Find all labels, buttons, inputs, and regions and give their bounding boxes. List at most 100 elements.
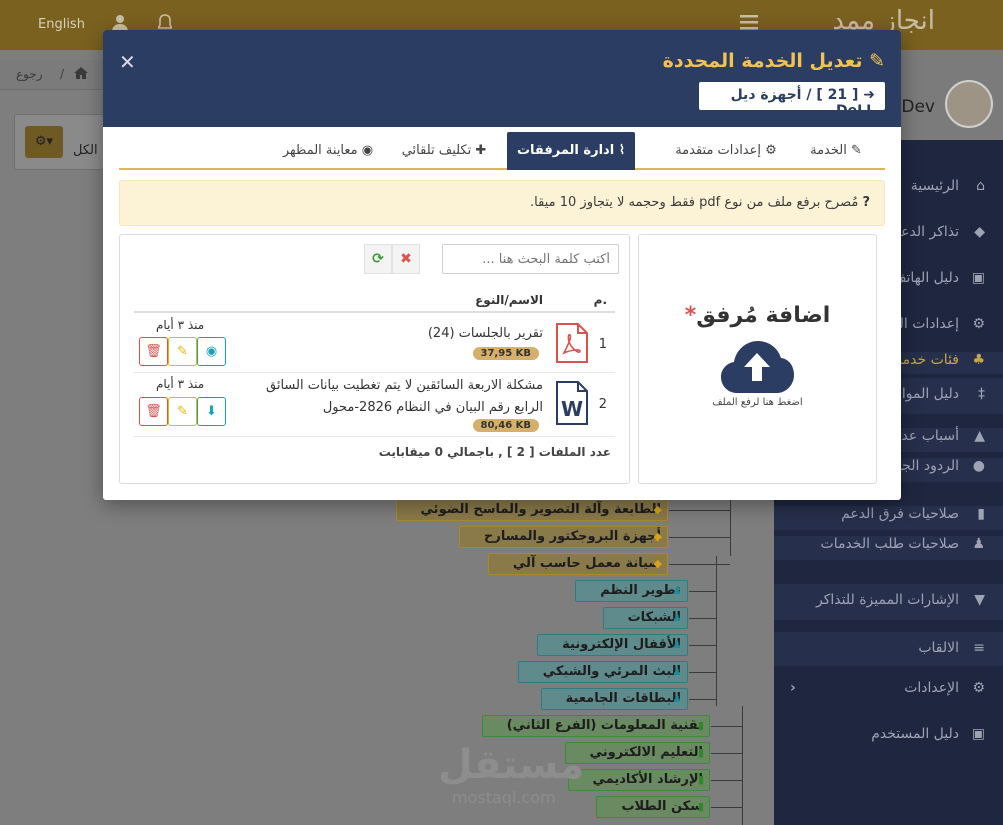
tab-preview[interactable]: ◉ معاينة المظهر [267, 132, 389, 170]
edit-icon: ✎ [850, 143, 862, 158]
tree-connector [689, 699, 716, 700]
word-file-icon: W [556, 381, 588, 425]
upload-hint: اضغط هنا لرفع الملف [712, 397, 803, 408]
download-button[interactable]: ⬇ [197, 397, 226, 426]
tree-node[interactable]: ▮ التعليم الالكتروني [564, 742, 710, 764]
service-path-box: ➜ [ 21 ] / أجهزة ديل DeLL [699, 82, 885, 119]
sidebar-subitem-titles[interactable]: ≡ الالقاب [774, 632, 1003, 666]
file-name[interactable]: تقرير بالجلسات (24) [428, 323, 543, 345]
sidebar-item-label: دليل الهاتف [891, 270, 959, 286]
sidebar-item-label: دليل المستخدم [871, 726, 959, 742]
view-button[interactable]: ◉ [197, 337, 226, 366]
watermark-url: mostaql.com [452, 788, 556, 807]
cube-icon: ◆ [653, 557, 662, 570]
settings-dropdown-button[interactable]: ⚙▾ [25, 126, 63, 158]
question-circle-icon: ? [862, 195, 870, 210]
tree-connector [730, 500, 731, 556]
tree-connector [689, 618, 716, 619]
tree-connector [716, 556, 717, 706]
toolbar-all-label: الكل [73, 143, 98, 158]
cogs-icon: ⚙ [765, 143, 777, 158]
tree-node[interactable]: ♟ البث المرئي والشبكي [517, 661, 688, 683]
toolbar-card: ⚙▾ الكل [14, 114, 104, 170]
tree-connector [742, 706, 743, 825]
users-icon: ♟ [672, 584, 682, 597]
clear-search-icon[interactable]: ✖ [392, 244, 420, 274]
warning-icon: ▲ [974, 428, 985, 444]
upload-dropzone[interactable]: اضافة مُرفق* اضغط هنا لرفع الملف [638, 234, 877, 484]
tree-node[interactable]: ▮ تقنية المعلومات (الفرع الثاني) [481, 715, 710, 737]
tag-icon: ◆ [974, 224, 985, 240]
tree-connector [711, 726, 742, 727]
cube-icon: ◆ [653, 503, 662, 516]
upload-title: اضافة مُرفق* [684, 303, 831, 328]
sidebar-subitem-ticket-flags[interactable]: ▼ الإشارات المميزة للتذاكر [774, 584, 1003, 620]
row-num: 1 [598, 337, 607, 352]
tree-node[interactable]: ◆ أجهزة البروجكتور والمسارح [459, 526, 668, 548]
tree-connector [711, 807, 742, 808]
table-header: م. الاسم/النوع [134, 287, 615, 313]
chevron-left-icon: ‹ [790, 680, 796, 696]
tab-auto-assign[interactable]: ✚ تكليف تلقائي [389, 132, 499, 170]
eye-icon: ◉ [361, 143, 374, 158]
bookmark-icon: ▼ [974, 592, 985, 608]
building-icon: ▮ [697, 800, 704, 813]
id-card-icon: ▮ [977, 506, 985, 522]
file-name[interactable]: مشكلة الاربعة السائقين لا يتم تغطيت بيان… [248, 375, 543, 419]
building-icon: ▮ [697, 773, 704, 786]
edit-button[interactable]: ✎ [168, 337, 197, 366]
upload-notice: ? مُصرح برفع ملف من نوع pdf فقط وحجمه لا… [119, 180, 885, 226]
tab-service[interactable]: ✎ الخدمة [787, 132, 885, 170]
comment-icon: ● [972, 458, 985, 474]
tree-connector [669, 510, 730, 511]
avatar[interactable] [945, 80, 993, 128]
watermark-logo: مستقل [438, 742, 585, 788]
sidebar-item-settings[interactable]: ⚙ الإعدادات ‹ [774, 680, 1003, 696]
tree-connector [669, 537, 730, 538]
users-icon: ♟ [672, 692, 682, 705]
signs-icon: ‡ [978, 386, 985, 402]
tree-connector [711, 753, 742, 754]
users-icon: ♟ [972, 536, 985, 552]
refresh-icon[interactable]: ⟳ [364, 244, 392, 274]
tree-node[interactable]: ♟ تطوير النظم [575, 580, 688, 602]
pencil-icon: ✎ [869, 50, 885, 72]
arrow-right-icon: ➜ [863, 87, 875, 103]
sidebar-item-label: تذاكر الدعم [891, 224, 959, 240]
cogs-icon: ⚙ [972, 316, 985, 332]
cloud-upload-icon[interactable] [719, 339, 795, 395]
tree-node[interactable]: ◆ الطابعة وآلة التصوير والماسح الضوئي [395, 499, 668, 521]
sidebar-item-label: الإعدادات [904, 680, 959, 696]
table-row: 2 W مشكلة الاربعة السائقين لا يتم تغطيت … [134, 373, 615, 437]
cogs-icon: ⚙ [972, 680, 985, 696]
language-switch[interactable]: English [38, 17, 85, 32]
file-size-badge: 80,46 KB [472, 419, 539, 432]
sitemap-icon: ♣ [972, 352, 985, 368]
user-name: Dev [901, 97, 935, 117]
delete-button[interactable]: 🗑 [139, 397, 168, 426]
tree-connector [689, 645, 716, 646]
book-icon: ▣ [971, 726, 985, 742]
sidebar-subitem-team-permissions[interactable]: ▮ صلاحيات فرق الدعم [774, 506, 1003, 530]
breadcrumb-back[interactable]: رجوع [16, 67, 43, 81]
tab-attachments[interactable]: ⌇ ادارة المرفقات [507, 132, 635, 170]
tree-node[interactable]: ▮ سكن الطلاب [596, 796, 710, 818]
tree-node[interactable]: ♟ البطاقات الجامعية [540, 688, 688, 710]
files-summary: عدد الملفات [ 2 ] , باجمالي 0 ميقابايت [378, 445, 611, 459]
sidebar-subitem-request-permissions[interactable]: ♟ صلاحيات طلب الخدمات [774, 536, 1003, 560]
tab-advanced-settings[interactable]: ⚙ إعدادات متقدمة [665, 132, 787, 170]
row-num: 2 [598, 397, 607, 412]
tree-node[interactable]: ◆ صيانة معمل حاسب آلي [487, 553, 668, 575]
building-icon: ▮ [697, 746, 704, 759]
edit-button[interactable]: ✎ [168, 397, 197, 426]
delete-button[interactable]: 🗑 [139, 337, 168, 366]
tree-node[interactable]: ♟ الأقفال الإلكترونية [537, 634, 688, 656]
search-input[interactable] [442, 244, 619, 274]
users-icon: ♟ [672, 638, 682, 651]
tree-node[interactable]: ▮ الإرشاد الأكاديمي [567, 769, 710, 791]
home-icon[interactable] [74, 67, 88, 82]
tree-node[interactable]: ♟ الشبكات [602, 607, 688, 629]
sidebar-item-label: صلاحيات فرق الدعم [841, 506, 959, 522]
sidebar-item-user-guide[interactable]: ▣ دليل المستخدم [774, 726, 1003, 742]
close-icon[interactable]: ✕ [119, 50, 136, 74]
